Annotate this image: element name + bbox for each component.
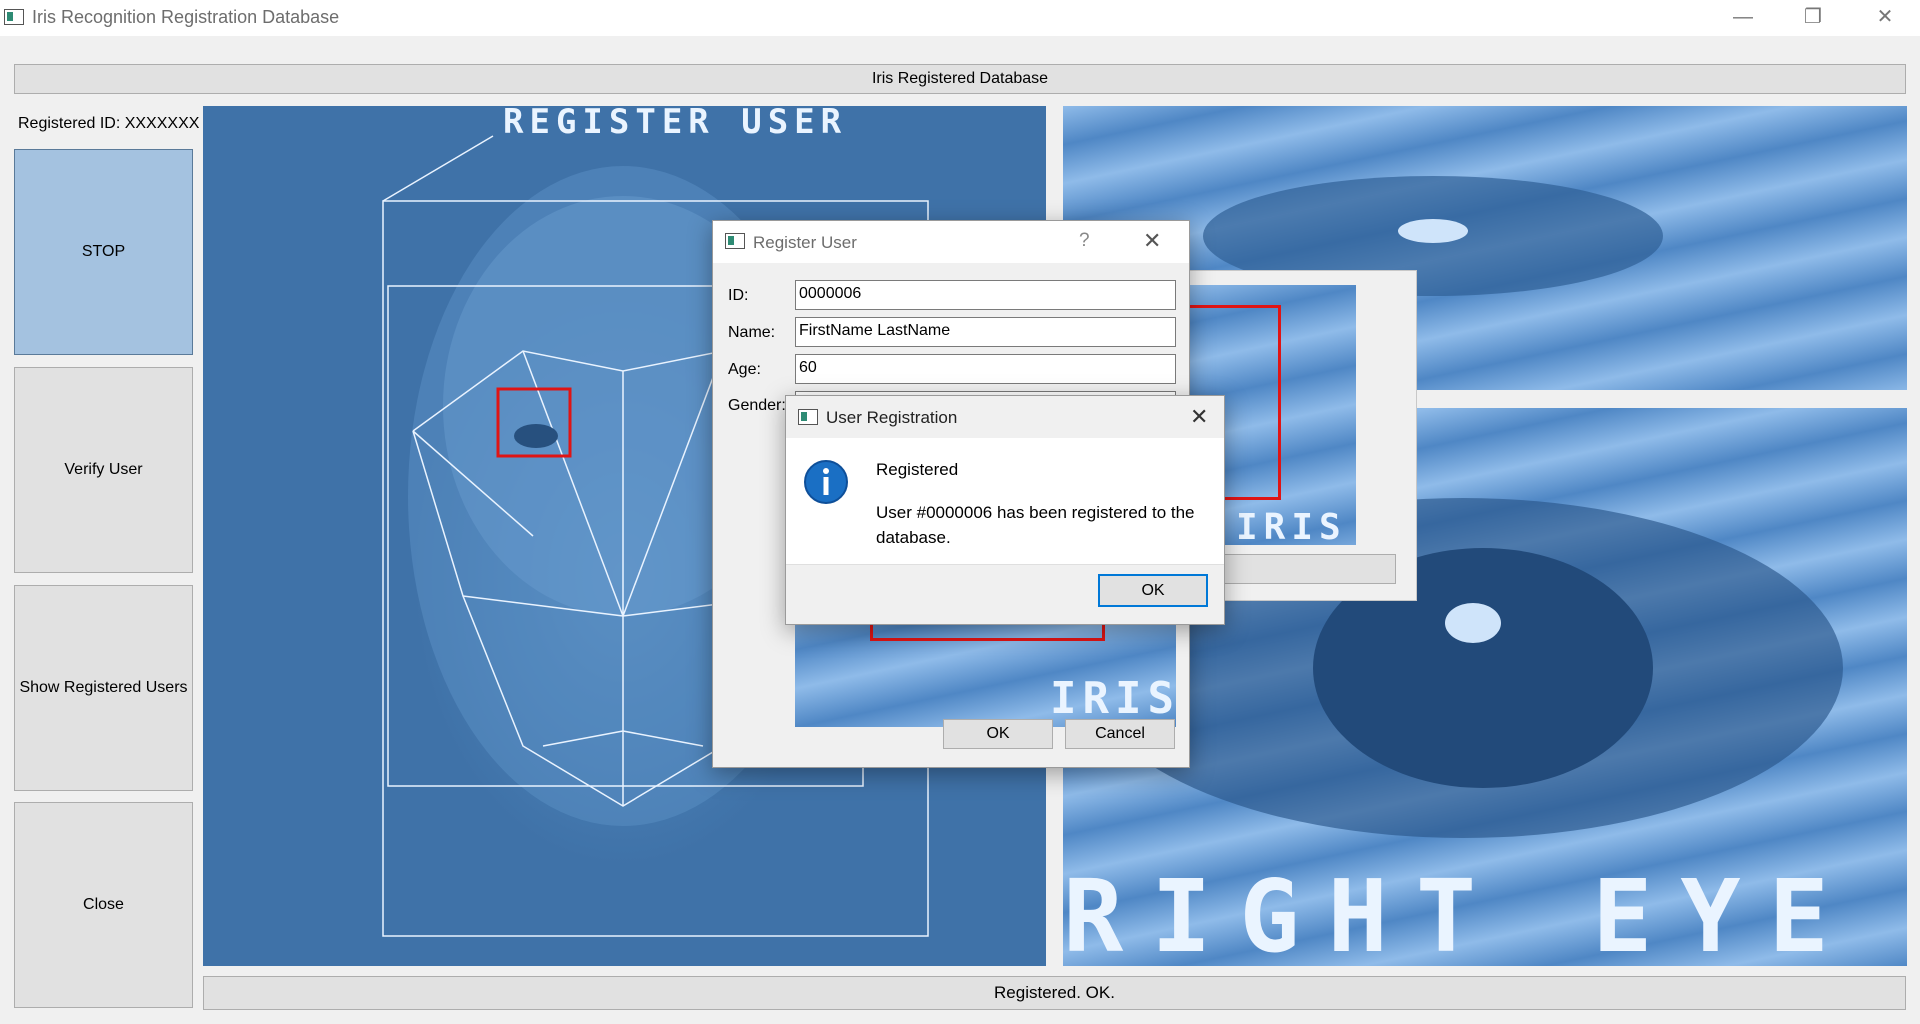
info-icon (804, 460, 848, 504)
window-titlebar: Iris Recognition Registration Database —… (0, 0, 1920, 36)
age-field[interactable]: 60 (795, 354, 1176, 384)
registered-id-label: Registered ID: XXXXXXX (18, 115, 200, 132)
window-title: Iris Recognition Registration Database (32, 7, 340, 27)
messagebox-title: User Registration (826, 408, 958, 427)
user-registration-messagebox: User Registration ✕ Registered User #000… (785, 395, 1225, 625)
close-icon[interactable]: ✕ (1190, 404, 1208, 430)
iris-registered-database-button[interactable]: Iris Registered Database (14, 64, 1906, 94)
show-registered-users-button[interactable]: Show Registered Users (14, 585, 193, 791)
messagebox-footer: OK (786, 564, 1224, 624)
age-label: Age: (728, 361, 761, 378)
iris-thumbnail-text: IRIS (1236, 507, 1347, 545)
status-bar: Registered. OK. (203, 976, 1906, 1010)
register-ok-button[interactable]: OK (943, 719, 1053, 749)
id-field[interactable]: 0000006 (795, 280, 1176, 310)
minimize-icon[interactable]: — (1708, 0, 1778, 36)
register-dialog-title: Register User (753, 233, 857, 252)
register-cancel-button[interactable]: Cancel (1065, 719, 1175, 749)
register-dialog-titlebar: Register User ? ✕ (713, 221, 1189, 263)
messagebox-body: User #0000006 has been registered to the… (876, 503, 1195, 547)
close-icon[interactable]: ✕ (1850, 0, 1920, 36)
close-button[interactable]: Close (14, 802, 193, 1008)
messagebox-app-icon (798, 409, 818, 425)
gender-label: Gender: (728, 397, 786, 414)
dialog-app-icon (725, 233, 745, 249)
name-field[interactable]: FirstName LastName (795, 317, 1176, 347)
messagebox-titlebar: User Registration ✕ (786, 396, 1224, 438)
iris-preview-image: IRIS (795, 611, 1176, 727)
close-icon[interactable]: ✕ (1143, 228, 1161, 254)
question-icon[interactable]: ? (1079, 230, 1090, 252)
app-icon (4, 9, 24, 25)
preview-iris-text: IRIS (1050, 673, 1176, 724)
face-overlay-title: REGISTER USER (503, 106, 848, 142)
id-label: ID: (728, 287, 749, 304)
stop-button[interactable]: STOP (14, 149, 193, 355)
messagebox-heading: Registered (876, 460, 959, 479)
restore-icon[interactable]: ❐ (1778, 0, 1848, 36)
messagebox-ok-button[interactable]: OK (1098, 574, 1208, 607)
right-eye-overlay-text: RIGHT EYE (1063, 858, 1857, 966)
verify-user-button[interactable]: Verify User (14, 367, 193, 573)
name-label: Name: (728, 324, 776, 341)
